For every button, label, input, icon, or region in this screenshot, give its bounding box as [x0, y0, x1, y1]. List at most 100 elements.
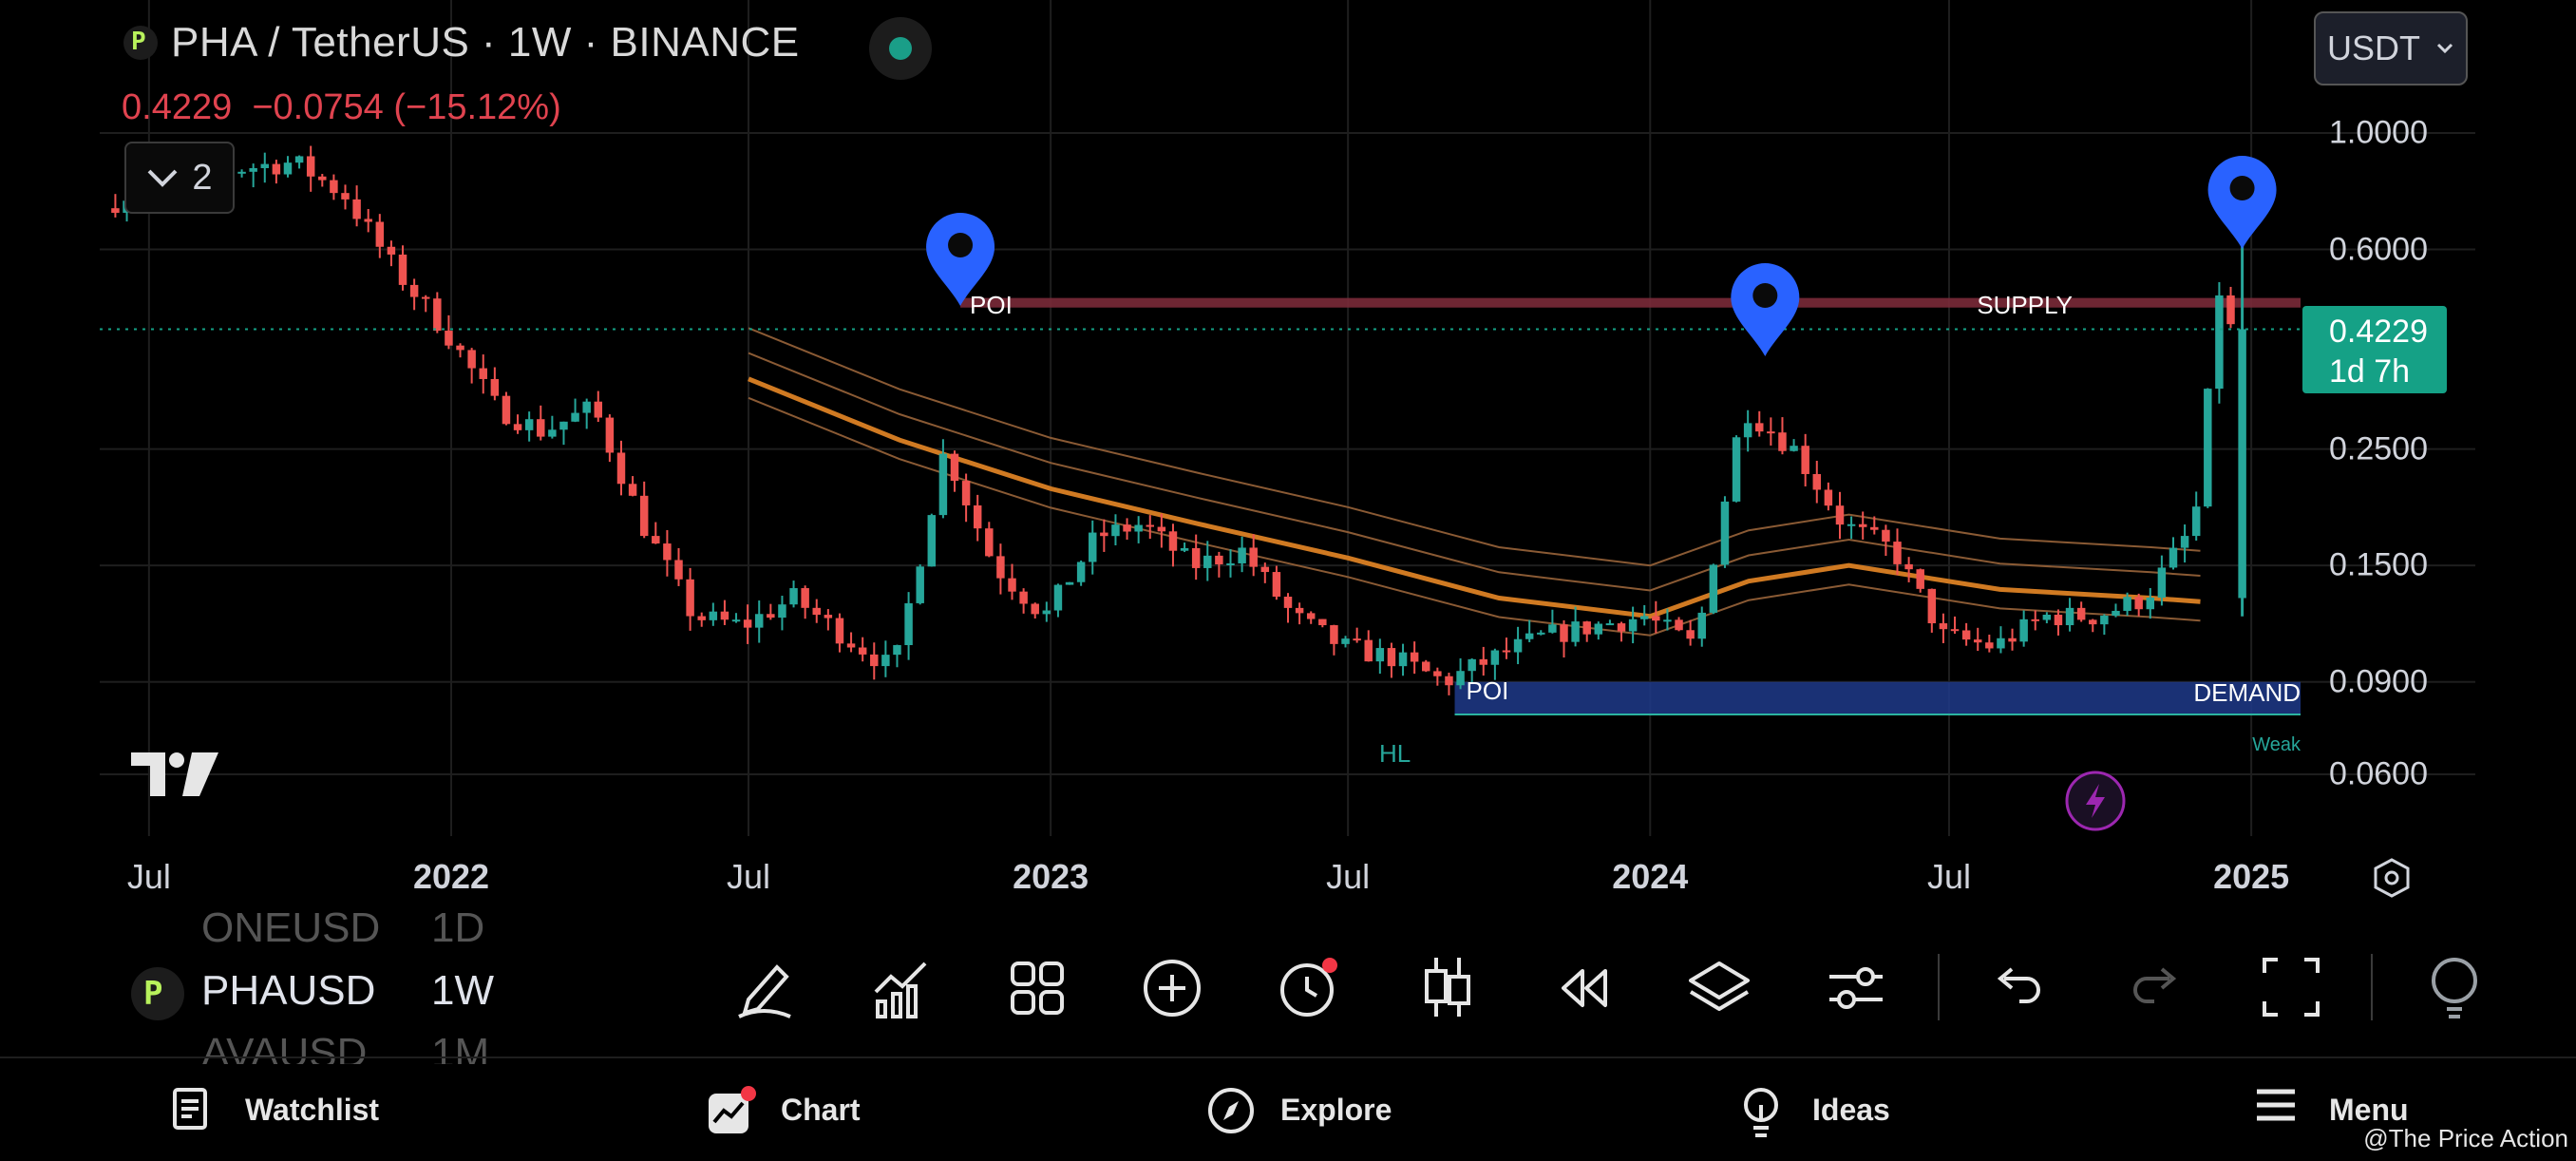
x-tick-label: Jul — [1926, 857, 1971, 896]
supply-zone — [960, 297, 2301, 308]
candle-body — [1456, 671, 1465, 686]
candle-body — [1882, 529, 1890, 542]
symbol-picker[interactable]: ONEUSD 1D PHAUSD 1W AVAUSD 1M — [0, 912, 722, 1064]
pen-icon[interactable] — [735, 954, 796, 1025]
y-tick-label: 0.1500 — [2329, 546, 2428, 583]
candle-body — [697, 616, 706, 620]
candle-body — [881, 655, 890, 667]
candle-body — [524, 419, 534, 430]
candle-body — [467, 350, 476, 369]
bolt-icon[interactable] — [2065, 771, 2126, 831]
candle-body — [490, 378, 500, 396]
symbol-row-active[interactable]: PHAUSD 1W — [201, 967, 494, 1015]
candle-body — [870, 654, 879, 667]
candle-body — [1548, 624, 1557, 633]
candle-body — [1847, 523, 1856, 526]
candle-body — [479, 368, 487, 379]
symbol-title[interactable]: PHA / TetherUS · 1W · BINANCE — [171, 19, 800, 67]
hamburger-icon — [2255, 1086, 2302, 1133]
undo-icon[interactable] — [1991, 954, 2044, 1025]
nav-label: Menu — [2329, 1092, 2409, 1127]
x-tick-label: 2024 — [1612, 857, 1689, 896]
candle-body — [927, 515, 937, 567]
nav-chart[interactable]: Chart — [707, 1058, 861, 1161]
candle-body — [249, 167, 257, 172]
watchlist-icon — [171, 1086, 218, 1133]
candle-body — [1893, 542, 1902, 564]
candle-body — [1433, 671, 1442, 676]
pin-hole — [1752, 283, 1778, 308]
indicators-toggle-button[interactable]: 2 — [124, 142, 235, 214]
symbol-row[interactable]: ONEUSD 1D — [201, 912, 484, 952]
bottom-nav: Watchlist Chart Explore Ideas Menu — [0, 1056, 2576, 1161]
last-price-label: 0.4229 1d 7h — [2302, 306, 2447, 393]
replay-icon[interactable] — [1554, 954, 1615, 1025]
symbol-logo: P — [131, 967, 184, 1020]
y-tick-label: 1.0000 — [2329, 114, 2428, 151]
candle-body — [1870, 526, 1879, 530]
candle-body — [2215, 295, 2224, 390]
symbol-logo: P — [123, 26, 158, 60]
last-price: 0.4229 — [122, 87, 233, 127]
candle-body — [537, 419, 545, 437]
nav-watchlist[interactable]: Watchlist — [171, 1058, 379, 1161]
candle-body — [1985, 642, 1994, 649]
alert-icon[interactable] — [1277, 954, 1339, 1025]
nav-explore[interactable]: Explore — [1206, 1058, 1392, 1161]
candle-body — [789, 588, 798, 605]
pin-shape — [1731, 263, 1800, 356]
x-tick-label: 2022 — [412, 857, 490, 896]
candle-body — [1283, 597, 1293, 608]
x-tick-label: Jul — [1326, 857, 1371, 896]
candle-body — [961, 481, 971, 505]
candle-body — [1767, 431, 1775, 434]
candle-body — [2100, 615, 2109, 625]
candle-body — [743, 619, 752, 628]
redo-icon[interactable] — [2130, 954, 2183, 1025]
candle-body — [904, 602, 913, 646]
candle-body — [720, 611, 729, 620]
candle-body — [1468, 658, 1476, 672]
candle-body — [433, 298, 442, 332]
candle-body — [272, 163, 281, 175]
fullscreen-icon[interactable] — [2261, 954, 2321, 1025]
candle-body — [1525, 633, 1534, 639]
currency-select[interactable]: USDT — [2314, 11, 2468, 86]
candle-body — [767, 614, 775, 619]
market-status-icon[interactable] — [869, 17, 932, 80]
demand-poi-label: POI — [1467, 676, 1509, 705]
supply-label: SUPPLY — [1977, 291, 2073, 319]
chart-icon — [707, 1086, 756, 1133]
candles-icon[interactable] — [1417, 954, 1478, 1025]
candle-body — [2169, 547, 2178, 568]
candle-body — [1203, 555, 1212, 568]
pin-hole — [948, 233, 974, 257]
price-chart[interactable]: POI SUPPLY POI DEMAND HL Weak — [0, 0, 2576, 912]
chart-settings-icon[interactable] — [2371, 857, 2413, 904]
watermark-credit: @The Price Action — [2363, 1124, 2568, 1152]
pin-hole — [2229, 176, 2255, 200]
candle-body — [1939, 623, 1948, 630]
candle-body — [260, 163, 270, 168]
candle-body — [1997, 638, 2005, 649]
location-pin-icon — [2207, 156, 2277, 249]
candle-body — [1318, 619, 1327, 626]
indicators-icon[interactable] — [870, 954, 931, 1025]
candle-body — [1652, 616, 1660, 621]
candle-body — [1560, 624, 1568, 642]
nav-ideas[interactable]: Ideas — [1738, 1058, 1890, 1161]
candle-body — [1720, 501, 1730, 565]
candle-body — [548, 429, 557, 437]
layout-icon[interactable] — [1007, 954, 1068, 1025]
candle-body — [294, 156, 304, 163]
candle-body — [1272, 572, 1281, 598]
settings-icon[interactable] — [1826, 954, 1886, 1025]
add-icon[interactable] — [1142, 954, 1203, 1025]
toolbar-divider — [2371, 954, 2373, 1020]
x-tick-label: Jul — [126, 857, 171, 896]
ideas-icon[interactable] — [2428, 954, 2481, 1025]
candle-body — [1605, 623, 1615, 626]
y-tick-label: 0.0600 — [2329, 755, 2428, 792]
layers-icon[interactable] — [1687, 954, 1752, 1025]
candle-body — [893, 645, 901, 656]
